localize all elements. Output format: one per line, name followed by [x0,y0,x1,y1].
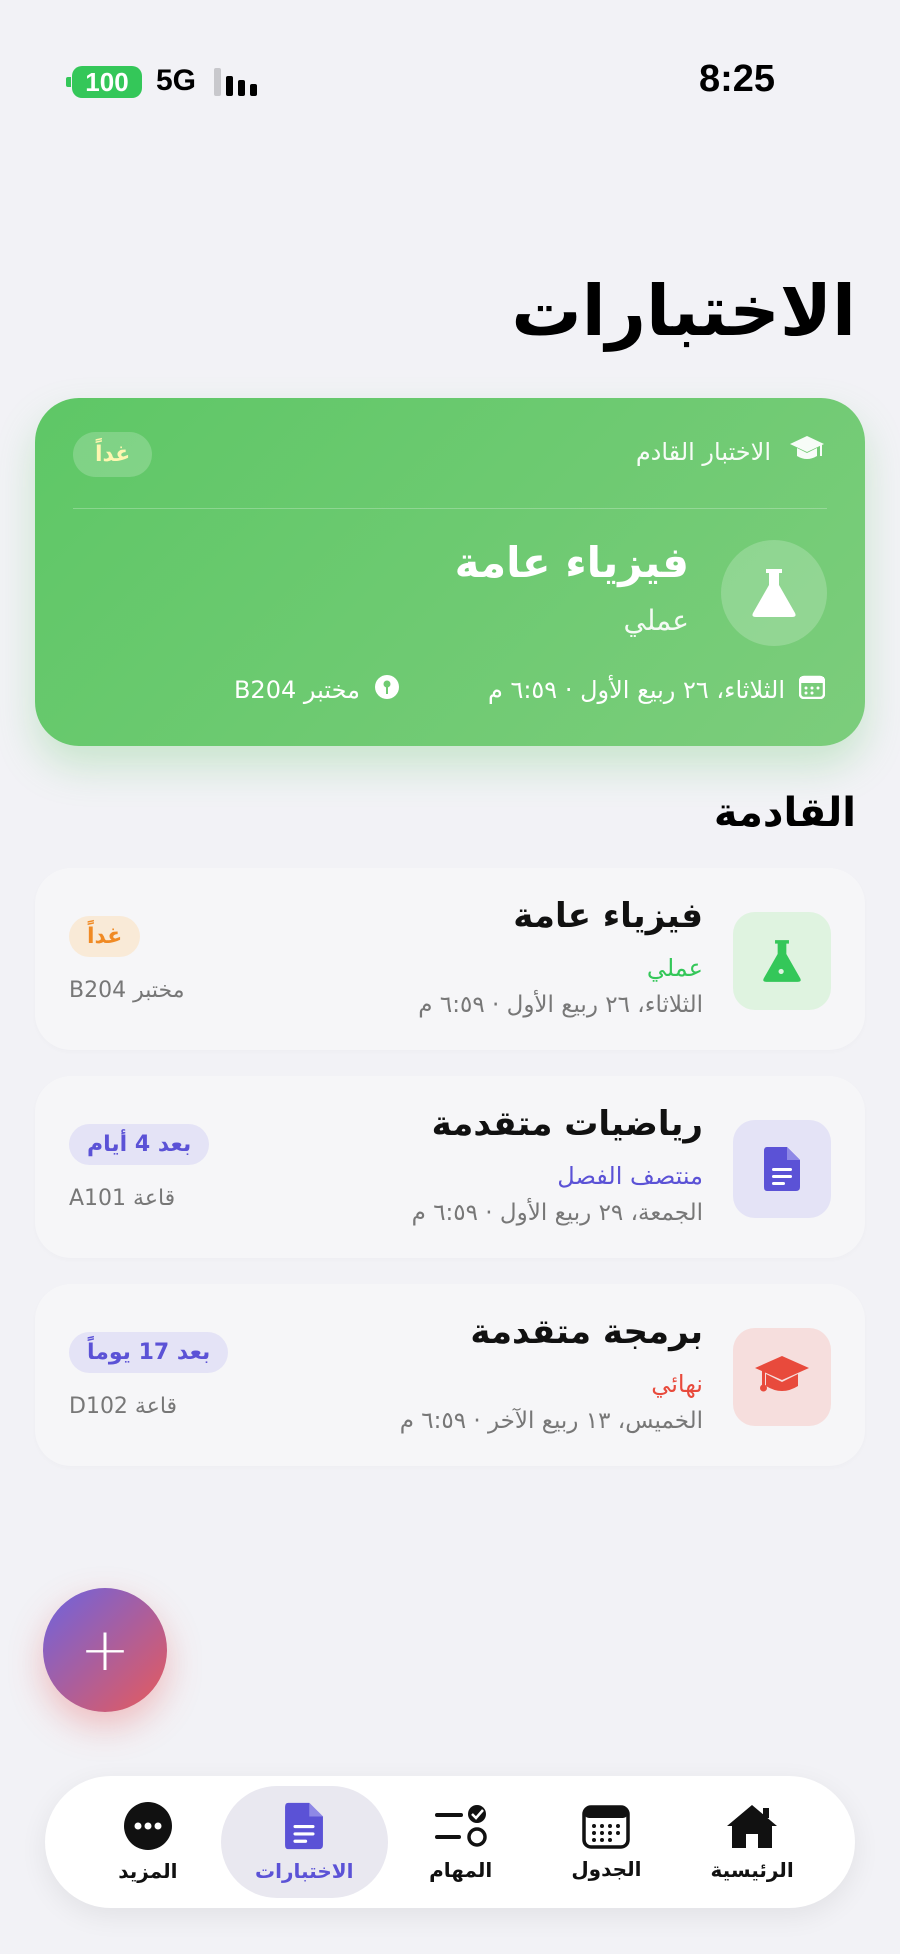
next-exam-subject: فيزياء عامة [454,538,689,587]
divider [73,508,827,509]
home-icon [725,1802,779,1850]
exam-countdown-badge: بعد 4 أيام [69,1124,210,1165]
tasks-icon [433,1802,489,1850]
exam-room: مختبر B204 [69,978,185,1003]
next-exam-meta: الثلاثاء، ٢٦ ربيع الأول · ٦:٥٩ م مختبر B… [233,674,826,706]
tab-label: الرئيسية [710,1858,794,1882]
exam-room: قاعة D102 [69,1394,178,1419]
exam-type: عملي [646,954,703,982]
tab-label: المهام [429,1858,493,1882]
exam-countdown-badge: غداً [69,916,141,957]
flask-icon [733,912,831,1010]
tab-tasks[interactable]: المهام [388,1786,534,1898]
page-title: الاختبارات [511,270,856,352]
exam-type: نهائي [651,1370,703,1398]
tab-schedule[interactable]: الجدول [534,1786,680,1898]
next-exam-datetime: الثلاثاء، ٢٦ ربيع الأول · ٦:٥٩ م [487,676,785,704]
plus-icon: + [79,1615,131,1685]
add-exam-button[interactable]: + [43,1588,167,1712]
exam-subject: فيزياء عامة [513,896,703,936]
next-exam-type: عملي [623,604,689,637]
exam-datetime: الثلاثاء، ٢٦ ربيع الأول · ٦:٥٩ م [418,992,703,1018]
tab-bar: الرئيسية الجدول المهام الاختبارات المزيد [45,1776,855,1908]
graduation-cap-icon [733,1328,831,1426]
upcoming-section-title: القادمة [713,790,856,836]
exam-subject: رياضيات متقدمة [431,1104,703,1144]
calendar-icon [582,1803,631,1849]
exam-subject: برمجة متقدمة [470,1312,703,1352]
exam-card-math[interactable]: رياضيات متقدمة منتصف الفصل الجمعة، ٢٩ رب… [35,1076,865,1258]
tab-label: الاختبارات [255,1859,354,1883]
exam-card-programming[interactable]: برمجة متقدمة نهائي الخميس، ١٣ ربيع الآخر… [35,1284,865,1466]
network-type: 5G [156,64,197,97]
exam-card-physics[interactable]: فيزياء عامة عملي الثلاثاء، ٢٦ ربيع الأول… [35,868,865,1050]
battery-indicator: 100 [66,66,142,98]
exam-datetime: الخميس، ١٣ ربيع الآخر · ٦:٥٩ م [399,1408,703,1434]
next-exam-header: الاختبار القادم [636,434,825,470]
next-exam-location: مختبر B204 [233,676,360,704]
document-icon [284,1801,324,1851]
next-exam-header-label: الاختبار القادم [635,438,771,466]
clock: 8:25 [698,58,775,100]
exam-type: منتصف الفصل [557,1162,703,1190]
tab-label: الجدول [571,1857,642,1881]
exam-datetime: الجمعة، ٢٩ ربيع الأول · ٦:٥٩ م [411,1200,703,1226]
next-exam-badge: غداً [73,432,153,477]
tab-more[interactable]: المزيد [75,1786,221,1898]
status-bar: 100 5G 8:25 [0,0,900,140]
next-exam-card[interactable]: الاختبار القادم غداً فيزياء عامة عملي ال… [35,398,865,746]
flask-icon [721,540,827,646]
tab-home[interactable]: الرئيسية [679,1786,825,1898]
exam-countdown-badge: بعد 17 يوماً [69,1332,229,1373]
more-icon [123,1801,173,1851]
signal-strength-icon [214,68,257,96]
tab-label: المزيد [118,1859,178,1883]
exam-room: قاعة A101 [69,1186,176,1211]
tab-exams[interactable]: الاختبارات [220,1786,388,1898]
graduation-cap-icon [789,434,825,470]
calendar-icon [798,675,826,705]
location-pin-icon [374,674,400,706]
document-icon [733,1120,831,1218]
